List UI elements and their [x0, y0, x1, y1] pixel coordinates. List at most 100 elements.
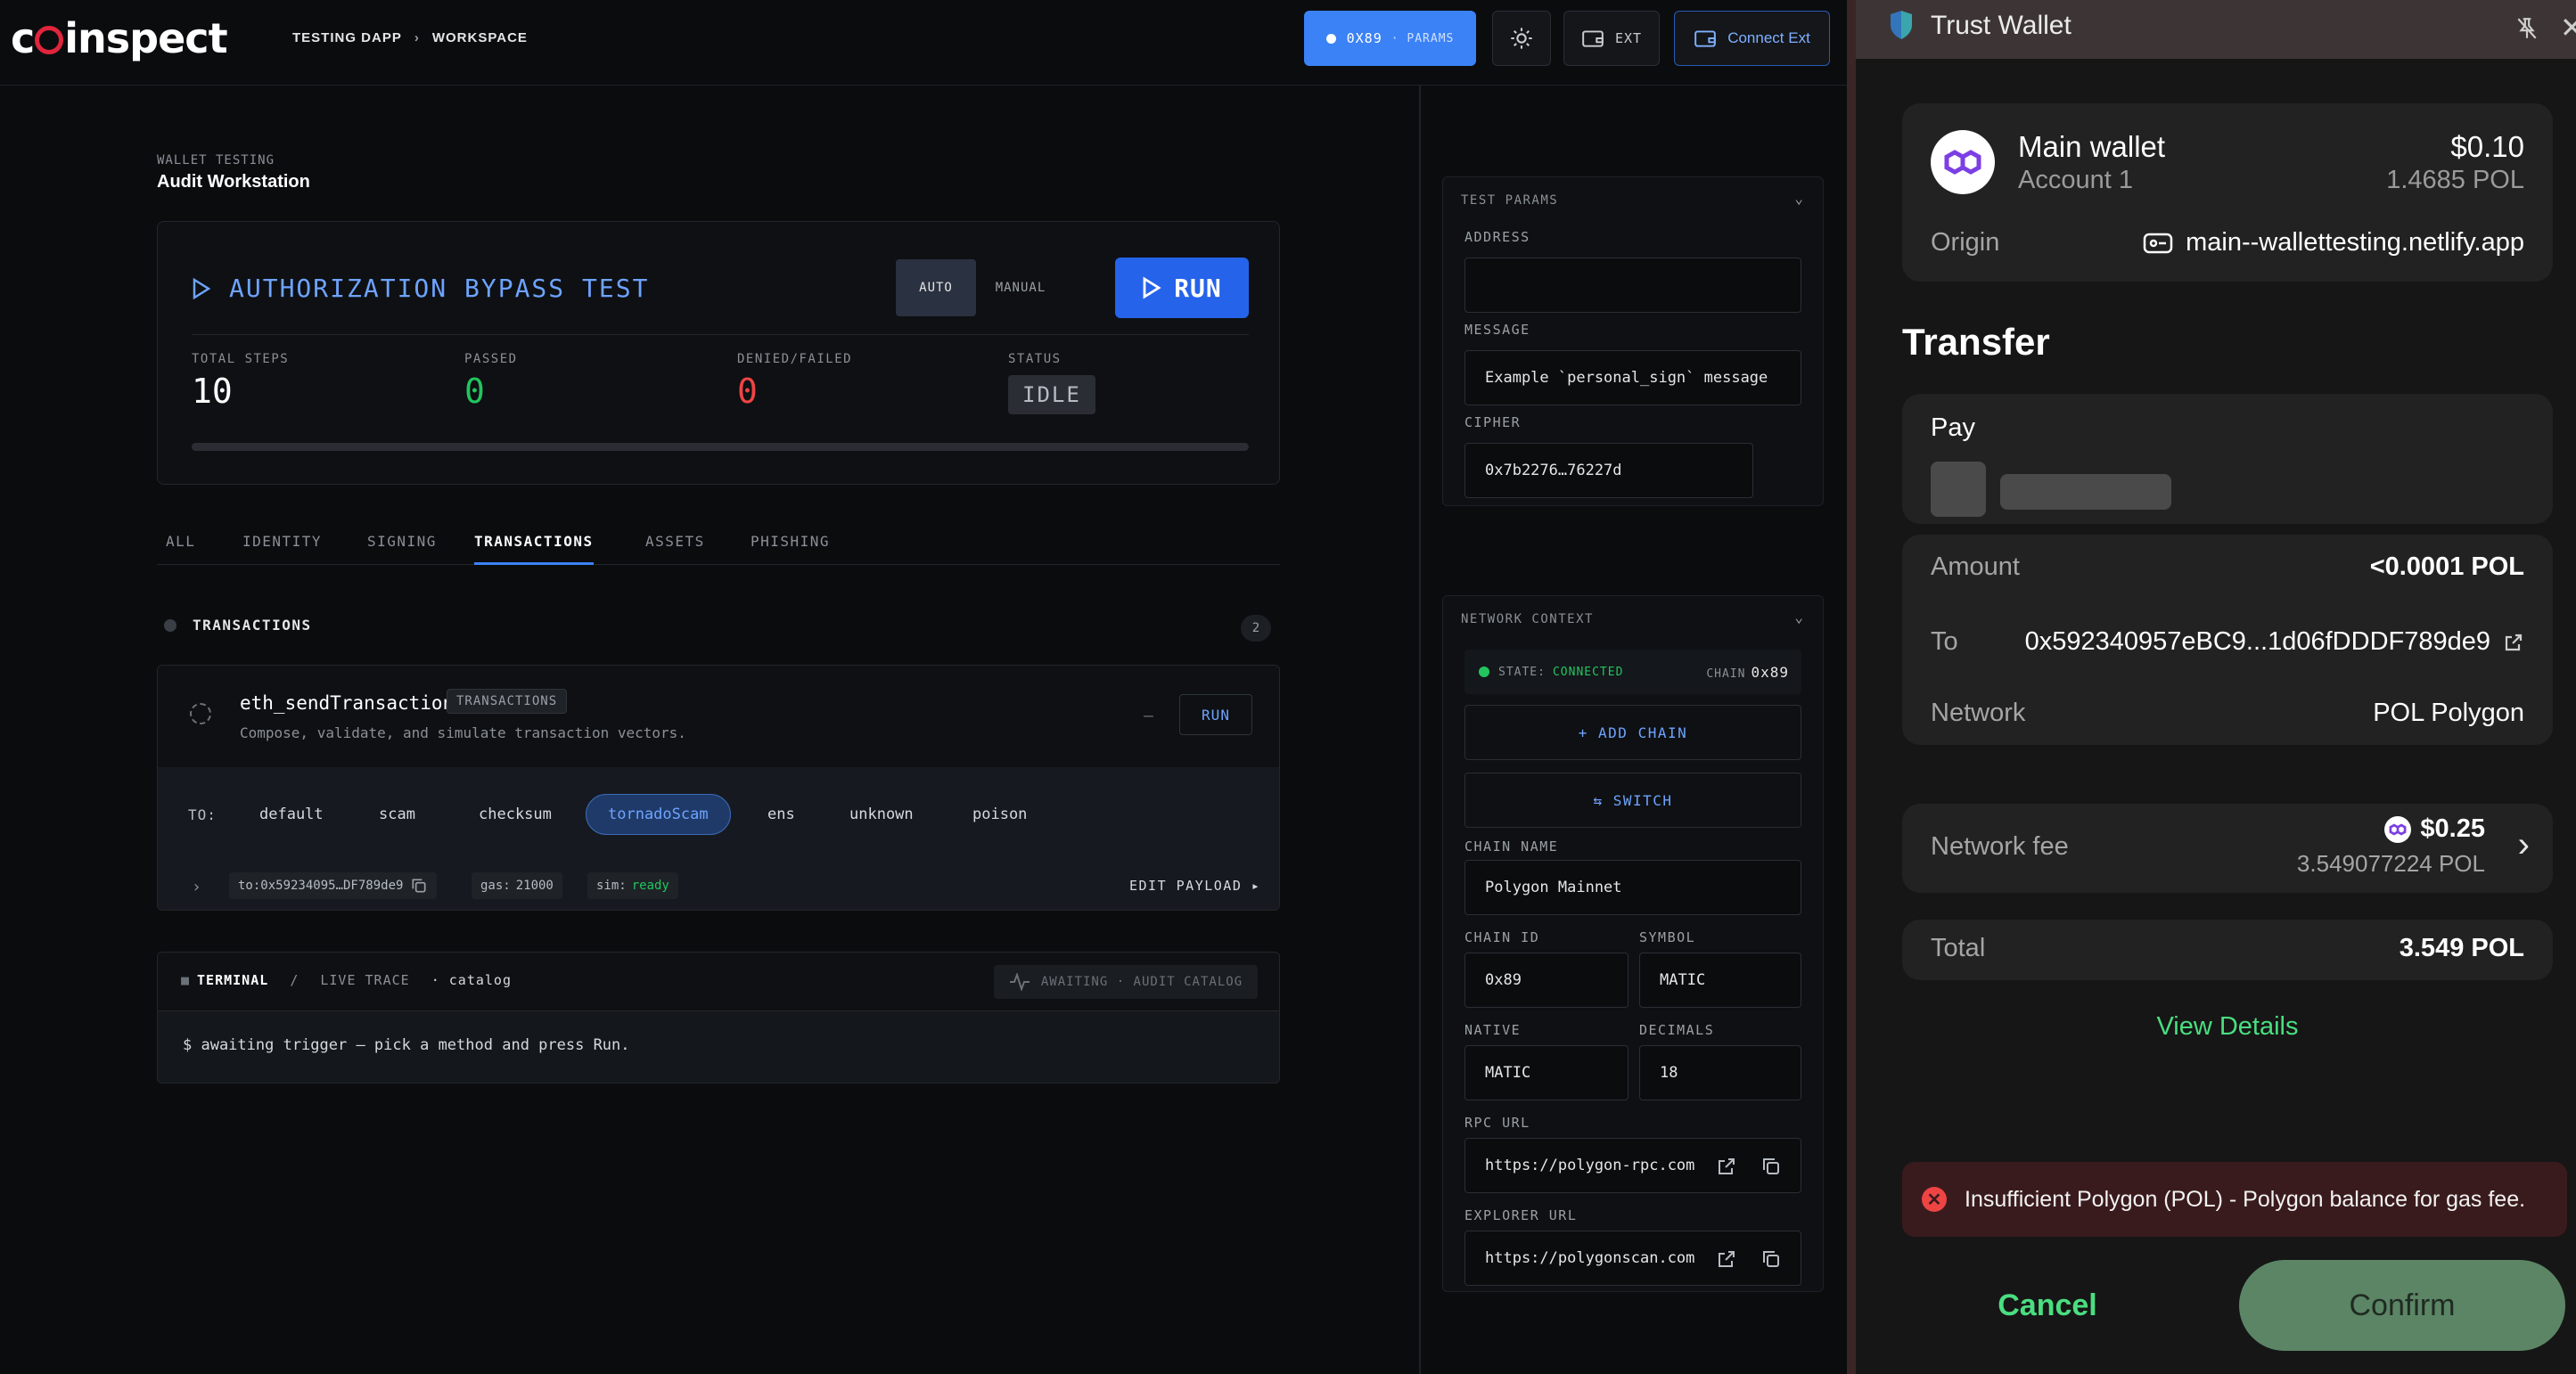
method-run-button[interactable]: RUN [1179, 694, 1252, 735]
terminal-sep: / [290, 972, 299, 988]
wallet-app-title: Trust Wallet [1931, 11, 2071, 40]
sim-value: ready [631, 879, 669, 893]
breadcrumb-item[interactable]: TESTING DAPP [292, 30, 402, 45]
stat-value: 0 [737, 372, 758, 411]
network-context-panel: NETWORK CONTEXT ⌄ STATE: CONNECTED CHAIN… [1442, 595, 1824, 1292]
fee-usd-row: $0.25 [2384, 814, 2485, 844]
tab-identity[interactable]: IDENTITY [242, 533, 322, 562]
method-header[interactable]: eth_sendTransaction TRANSACTIONS Compose… [158, 666, 1279, 767]
tab-phishing[interactable]: PHISHING [751, 533, 830, 562]
terminal-header: ■ TERMINAL / LIVE TRACE · catalog AWAITIN… [158, 953, 1279, 1011]
close-icon[interactable]: ✕ [2560, 11, 2576, 45]
copy-icon[interactable] [410, 877, 428, 895]
terminal-label: TERMINAL [197, 972, 269, 988]
target-chip-default[interactable]: default [238, 794, 345, 835]
origin-value: main--wallettesting.netlify.app [2143, 228, 2524, 258]
copy-icon[interactable] [1760, 1156, 1782, 1177]
cipher-input[interactable]: 0x7b2276…76227d [1464, 443, 1753, 498]
chain-id-input[interactable]: 0x89 [1464, 953, 1628, 1008]
stat-label: STATUS [1008, 352, 1062, 366]
target-chip-checksum[interactable]: checksum [457, 794, 573, 835]
section-title: TRANSACTIONS [193, 617, 312, 634]
breadcrumb-item[interactable]: WORKSPACE [432, 30, 528, 45]
fee-pol: 3.549077224 POL [2296, 850, 2485, 877]
copy-icon[interactable] [1760, 1248, 1782, 1270]
amount-value: <0.0001 POL [2369, 552, 2524, 581]
native-input[interactable]: MATIC [1464, 1045, 1628, 1100]
switch-chain-button[interactable]: ⇆ SWITCH [1464, 773, 1801, 828]
tab-all[interactable]: ALL [166, 533, 195, 562]
top-bar: c inspect TESTING DAPP › WORKSPACE 0X89 · P… [0, 0, 1847, 86]
origin-url: main--wallettesting.netlify.app [2186, 228, 2524, 257]
stat-label: PASSED [464, 352, 518, 366]
target-chip-tornadoscam[interactable]: tornadoScam [586, 794, 731, 835]
terminal-title: ■ TERMINAL / LIVE TRACE · catalog [181, 972, 512, 988]
chain-name-input[interactable]: Polygon Mainnet [1464, 860, 1801, 915]
chevron-right-icon: › [414, 30, 420, 45]
chevron-down-icon[interactable]: ⌄ [1794, 190, 1803, 207]
stat-passed: PASSED 0 [464, 352, 518, 411]
balance-pol: 1.4685 POL [2386, 166, 2524, 194]
cancel-button[interactable]: Cancel [1902, 1260, 2193, 1351]
ext-button[interactable]: EXT [1563, 11, 1660, 66]
test-title: AUTHORIZATION BYPASS TEST [192, 274, 649, 303]
polygon-logo-icon [1931, 130, 1995, 194]
symbol-input[interactable]: MATIC [1639, 953, 1801, 1008]
network-fee-row[interactable]: Network fee $0.25 3.549077224 POL › [1902, 804, 2553, 893]
tab-transactions[interactable]: TRANSACTIONS [474, 533, 594, 565]
edit-payload-button[interactable]: EDIT PAYLOAD ▸ [1129, 878, 1260, 894]
address-input[interactable] [1464, 258, 1801, 313]
stat-value: 10 [192, 372, 233, 411]
target-chip-unknown[interactable]: unknown [828, 794, 935, 835]
network-value: POL Polygon [2373, 699, 2524, 727]
target-chip-poison[interactable]: poison [951, 794, 1048, 835]
connect-ext-label: Connect Ext [1727, 29, 1810, 46]
mode-auto-toggle[interactable]: AUTO [896, 259, 976, 316]
decimals-input[interactable]: 18 [1639, 1045, 1801, 1100]
breadcrumb: TESTING DAPP › WORKSPACE [292, 30, 528, 45]
chevron-down-icon[interactable]: ⌄ [1794, 609, 1803, 626]
status-dot-icon [1325, 33, 1336, 44]
fee-label: Network fee [1931, 832, 2069, 861]
network-label: Network [1931, 699, 2026, 727]
stat-label: TOTAL STEPS [192, 352, 290, 366]
error-text: Insufficient Polygon (POL) - Polygon bal… [1965, 1186, 2526, 1212]
decimals-label: DECIMALS [1639, 1022, 1715, 1038]
method-result: — [1144, 707, 1153, 725]
view-details-link[interactable]: View Details [1902, 1012, 2553, 1042]
external-link-icon[interactable] [1716, 1156, 1737, 1177]
test-params-panel: TEST PARAMS ⌄ ADDRESS MESSAGE Example `p… [1442, 176, 1824, 506]
gas-pill: gas: 21000 [472, 872, 562, 899]
confirm-button[interactable]: Confirm [2239, 1260, 2565, 1351]
connected-dot-icon [1479, 667, 1489, 677]
tab-signing[interactable]: SIGNING [367, 533, 437, 562]
page-title: Audit Workstation [157, 172, 310, 192]
theme-toggle-button[interactable] [1492, 11, 1551, 66]
to-address[interactable]: 0x592340957eBC9...1d06fDDDF789de9 [2025, 627, 2524, 657]
tab-assets[interactable]: ASSETS [645, 533, 705, 562]
add-chain-button[interactable]: + ADD CHAIN [1464, 705, 1801, 760]
panel-divider[interactable] [1419, 86, 1421, 1374]
chain-id-label: CHAIN ID [1464, 929, 1540, 945]
rpc-url-input[interactable]: https://polygon-rpc.com [1464, 1138, 1801, 1193]
sim-pill: sim: ready [587, 872, 678, 899]
pin-icon[interactable] [2515, 16, 2539, 41]
external-link-icon[interactable] [1716, 1248, 1737, 1270]
pending-spinner-icon [190, 703, 211, 724]
to-label: To [1931, 627, 1958, 656]
message-input[interactable]: Example `personal_sign` message [1464, 350, 1801, 405]
explorer-url-input[interactable]: https://polygonscan.com [1464, 1231, 1801, 1286]
params-button[interactable]: 0X89 · PARAMS [1304, 11, 1476, 66]
target-chip-ens[interactable]: ens [746, 794, 816, 835]
account-card: Main wallet Account 1 $0.10 1.4685 POL O… [1902, 103, 2553, 282]
mode-manual-toggle[interactable]: MANUAL [985, 259, 1056, 316]
external-link-icon[interactable] [2503, 632, 2524, 653]
params-label: · PARAMS [1391, 31, 1455, 45]
wallet-titlebar: Trust Wallet ✕ [1856, 0, 2576, 59]
target-chip-scam[interactable]: scam [357, 794, 437, 835]
to-address-pill[interactable]: to:0x59234095…DF789de9 [229, 872, 438, 899]
run-test-button[interactable]: RUN [1115, 258, 1249, 318]
connect-ext-button[interactable]: Connect Ext [1674, 11, 1830, 66]
expand-chevron-icon[interactable]: › [192, 878, 201, 896]
coinspect-logo[interactable]: c inspect [11, 14, 228, 62]
